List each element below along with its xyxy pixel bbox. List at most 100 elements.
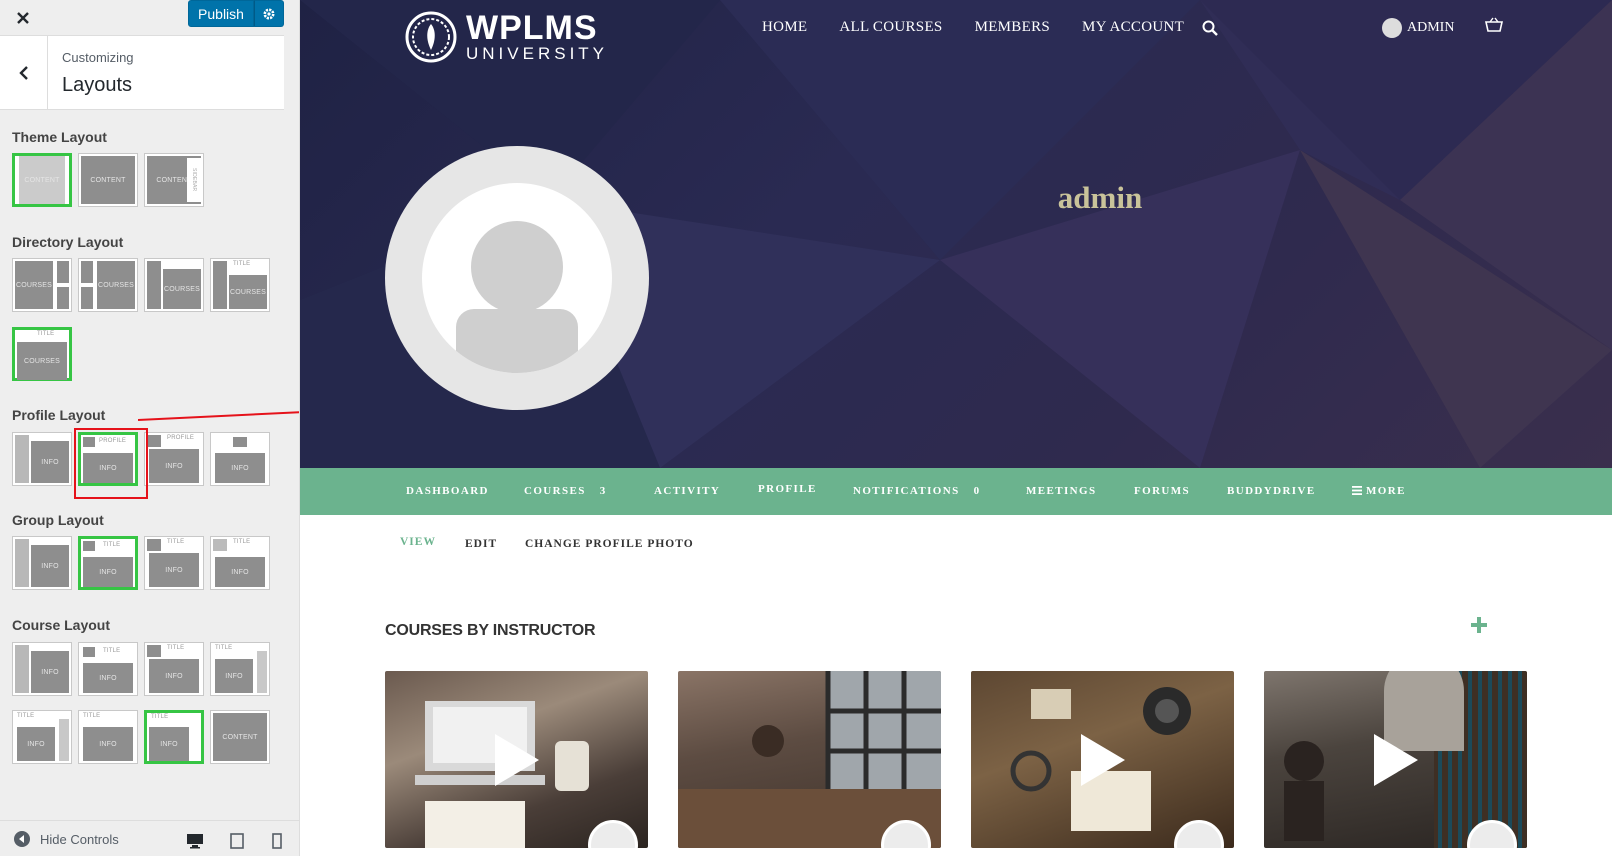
account-name: ADMIN <box>1407 20 1455 35</box>
course-layout-option-2[interactable]: TITLE INFO <box>78 642 138 696</box>
course-card[interactable] <box>971 671 1234 848</box>
course-card[interactable] <box>1264 671 1527 848</box>
site-logo[interactable]: WPLMS UNIVERSITY <box>404 10 608 64</box>
publish-settings-button[interactable] <box>254 0 284 27</box>
directory-layout-option-1[interactable]: COURSES <box>12 258 72 312</box>
theme-layout-option-1[interactable]: CONTENT <box>12 153 72 207</box>
plus-icon[interactable] <box>1470 616 1488 634</box>
close-customizer-button[interactable] <box>0 0 46 36</box>
profile-layout-option-3[interactable]: PROFILE INFO <box>144 432 204 486</box>
thumb-title-text: TITLE <box>17 713 35 719</box>
back-button[interactable] <box>0 36 48 110</box>
thumb-title-text: TITLE <box>167 645 185 651</box>
tab-profile[interactable]: PROFILE <box>758 483 817 495</box>
section-header: Customizing Layouts <box>0 36 284 110</box>
search-icon[interactable] <box>1202 20 1218 36</box>
group-layout-option-1[interactable]: INFO <box>12 536 72 590</box>
tablet-icon[interactable] <box>228 833 246 849</box>
tab-label: BUDDYDRIVE <box>1227 485 1316 497</box>
nav-members[interactable]: MEMBERS <box>975 19 1050 36</box>
thumb-side-text: SIDEBAR <box>187 158 201 202</box>
tab-dashboard[interactable]: DASHBOARD <box>406 485 489 497</box>
tab-count: 0 <box>973 485 981 497</box>
customizer-footer: Hide Controls <box>0 820 299 856</box>
directory-layout-label: Directory Layout <box>12 234 124 250</box>
profile-tabs: DASHBOARD COURSES 3 ACTIVITY PROFILE NOTI… <box>300 468 1612 515</box>
theme-layout-option-2[interactable]: CONTENT <box>78 153 138 207</box>
thumb-text: INFO <box>215 557 265 587</box>
directory-layout-option-5[interactable]: TITLE COURSES <box>12 327 72 381</box>
profile-avatar[interactable] <box>385 146 649 410</box>
directory-layout-option-4[interactable]: TITLE COURSES <box>210 258 270 312</box>
nav-home[interactable]: HOME <box>762 19 807 36</box>
cart-icon[interactable] <box>1485 17 1503 33</box>
tab-activity[interactable]: ACTIVITY <box>654 485 720 497</box>
theme-layout-label: Theme Layout <box>12 129 107 145</box>
profile-layout-option-4[interactable]: INFO <box>210 432 270 486</box>
profile-name: admin <box>1057 180 1143 215</box>
thumb-text: CONTENT <box>24 176 60 184</box>
collapse-icon <box>14 831 30 847</box>
group-layout-option-3[interactable]: TITLE INFO <box>144 536 204 590</box>
course-layout-option-7[interactable]: TITLE INFO <box>144 710 204 764</box>
thumb-text: CONTENT <box>90 176 126 184</box>
desktop-icon[interactable] <box>186 833 204 849</box>
account-menu[interactable]: ADMIN <box>1382 18 1454 38</box>
course-layout-option-1[interactable]: INFO <box>12 642 72 696</box>
thumb-text: INFO <box>149 449 199 483</box>
thumb-title-text: TITLE <box>103 542 121 548</box>
thumb-title-text: TITLE <box>151 714 169 720</box>
course-layout-option-3[interactable]: TITLE INFO <box>144 642 204 696</box>
group-layout-option-2[interactable]: TITLE INFO <box>78 536 138 590</box>
publish-button[interactable]: Publish <box>188 0 254 27</box>
profile-layout-option-1[interactable]: INFO <box>12 432 72 486</box>
thumb-title-text: TITLE <box>233 539 251 545</box>
profile-hero: WPLMS UNIVERSITY HOME ALL COURSES MEMBER… <box>300 0 1612 468</box>
nav-all-courses[interactable]: ALL COURSES <box>839 19 942 36</box>
course-layout-option-5[interactable]: TITLE INFO <box>12 710 72 764</box>
directory-layout-option-3[interactable]: COURSES <box>144 258 204 312</box>
course-layout-option-8[interactable]: CONTENT <box>210 710 270 764</box>
annotation-highlight-box <box>74 428 148 499</box>
tab-meetings[interactable]: MEETINGS <box>1026 485 1097 497</box>
subtab-change-photo[interactable]: CHANGE PROFILE PHOTO <box>525 538 694 550</box>
tab-label: FORUMS <box>1134 485 1191 497</box>
course-layout-option-4[interactable]: TITLE INFO <box>210 642 270 696</box>
tab-notifications[interactable]: NOTIFICATIONS 0 <box>853 485 981 497</box>
tab-courses[interactable]: COURSES 3 <box>524 485 607 497</box>
theme-layout-option-3[interactable]: CONTENT SIDEBAR <box>144 153 204 207</box>
directory-layout-option-2[interactable]: COURSES <box>78 258 138 312</box>
subtab-edit[interactable]: EDIT <box>465 538 497 550</box>
mobile-icon[interactable] <box>268 833 286 849</box>
thumb-text: INFO <box>215 659 253 693</box>
thumb-text: INFO <box>17 727 55 761</box>
tab-forums[interactable]: FORUMS <box>1134 485 1190 497</box>
thumb-text: INFO <box>149 553 199 587</box>
tab-more[interactable]: MORE <box>1352 485 1406 497</box>
course-card[interactable] <box>385 671 648 848</box>
nav-my-account[interactable]: MY ACCOUNT <box>1082 19 1184 36</box>
close-icon <box>17 12 29 24</box>
thumb-text: INFO <box>215 453 265 483</box>
subtab-view[interactable]: VIEW <box>400 536 436 548</box>
thumb-text: COURSES <box>97 261 135 309</box>
tab-label: COURSES <box>524 485 586 497</box>
thumb-text: INFO <box>83 727 133 761</box>
thumb-title-text: TITLE <box>37 331 55 337</box>
thumb-text: INFO <box>31 545 69 587</box>
thumb-text: INFO <box>83 663 133 693</box>
thumb-text: COURSES <box>17 342 67 380</box>
play-icon <box>1373 733 1418 786</box>
customizer-header-bar: Publish <box>0 0 284 36</box>
course-layout-option-6[interactable]: TITLE INFO <box>78 710 138 764</box>
course-card[interactable] <box>678 671 941 848</box>
group-layout-label: Group Layout <box>12 512 104 528</box>
section-title: Layouts <box>62 74 133 96</box>
group-layout-option-4[interactable]: TITLE INFO <box>210 536 270 590</box>
tab-count: 3 <box>599 485 607 497</box>
hide-controls-button[interactable]: Hide Controls <box>14 831 119 847</box>
menu-icon <box>1352 486 1362 495</box>
thumb-title-text: TITLE <box>233 261 251 267</box>
thumb-text: COURSES <box>229 275 267 309</box>
tab-buddydrive[interactable]: BUDDYDRIVE <box>1227 485 1316 497</box>
